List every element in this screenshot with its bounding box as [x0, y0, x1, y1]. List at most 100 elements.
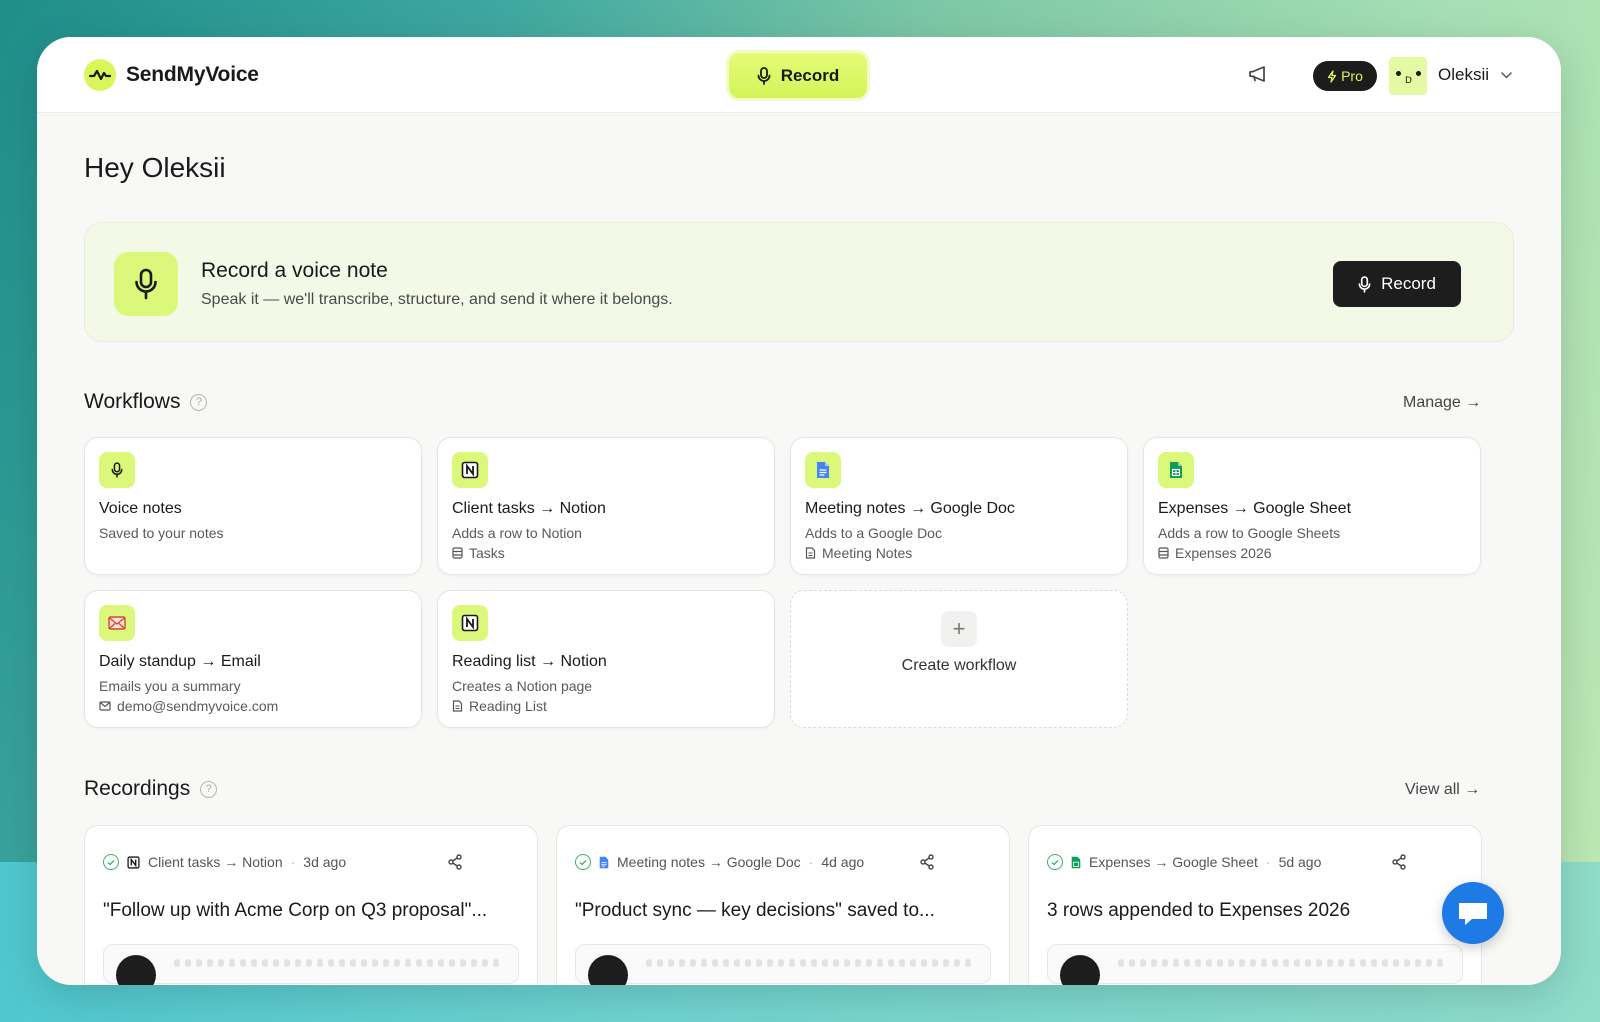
workflow-title: Expenses → Google Sheet	[1158, 500, 1352, 517]
record-button[interactable]: Record	[1333, 261, 1461, 307]
workflow-subtitle: Adds a row to Google Sheets	[1158, 525, 1341, 541]
recording-card[interactable]: Client tasks → Notion · 3d ago "Follow u…	[84, 825, 538, 985]
share-icon[interactable]	[1391, 854, 1407, 875]
recording-card[interactable]: Meeting notes → Google Doc · 4d ago "Pro…	[556, 825, 1010, 985]
workflows-heading: Workflows ?	[84, 390, 208, 414]
audio-player[interactable]	[575, 944, 991, 985]
header-record-button[interactable]: Record	[729, 53, 867, 98]
mic-icon	[757, 66, 771, 85]
check-circle-icon	[103, 854, 119, 870]
mic-icon	[1358, 275, 1371, 293]
record-hero-card: Record a voice note Speak it — we'll tra…	[84, 222, 1514, 342]
waveform-logo-icon	[84, 59, 116, 91]
google-doc-icon	[599, 856, 609, 868]
workflow-card-client-tasks[interactable]: Client tasks → Notion Adds a row to Noti…	[437, 437, 775, 575]
chevron-down-icon	[1501, 71, 1512, 79]
recording-card[interactable]: Expenses → Google Sheet · 5d ago 3 rows …	[1028, 825, 1482, 985]
pro-badge[interactable]: Pro	[1313, 61, 1377, 91]
announcements-icon[interactable]	[1248, 65, 1268, 88]
email-icon	[99, 605, 135, 641]
user-menu[interactable]: Oleksii	[1438, 65, 1512, 85]
hero-title: Record a voice note	[201, 259, 388, 282]
top-bar: SendMyVoice Record Pro D Oleksii	[37, 37, 1561, 113]
view-all-recordings-link[interactable]: View all →	[1405, 781, 1480, 799]
recording-workflow: Expenses → Google Sheet	[1089, 854, 1258, 870]
avatar-initial: D	[1405, 76, 1412, 86]
recording-summary: 3 rows appended to Expenses 2026	[1047, 900, 1351, 921]
workflow-destination: demo@sendmyvoice.com	[99, 698, 278, 714]
plus-icon: +	[941, 611, 977, 647]
workflow-card-reading-list[interactable]: Reading list → Notion Creates a Notion p…	[437, 590, 775, 728]
audio-player[interactable]	[103, 944, 519, 985]
workflow-card-daily-standup[interactable]: Daily standup → Email Emails you a summa…	[84, 590, 422, 728]
recording-meta: Expenses → Google Sheet · 5d ago	[1047, 854, 1321, 870]
recording-meta: Client tasks → Notion · 3d ago	[103, 854, 346, 870]
workflow-title: Client tasks → Notion	[452, 500, 606, 517]
workflow-destination: Tasks	[452, 545, 505, 561]
workflow-destination: Reading List	[452, 698, 547, 714]
help-icon[interactable]: ?	[200, 780, 218, 798]
workflow-subtitle: Saved to your notes	[99, 525, 224, 541]
workflow-destination: Expenses 2026	[1158, 545, 1272, 561]
document-icon	[452, 700, 463, 712]
recordings-title: Recordings	[84, 777, 191, 800]
chat-icon	[1459, 903, 1487, 925]
waveform	[1118, 959, 1443, 967]
workflow-title: Meeting notes → Google Doc	[805, 500, 1015, 517]
notion-icon	[452, 452, 488, 488]
mic-icon[interactable]	[114, 252, 178, 316]
avatar[interactable]: D	[1389, 57, 1427, 95]
workflow-subtitle: Creates a Notion page	[452, 678, 593, 694]
logo[interactable]: SendMyVoice	[84, 59, 259, 91]
workflow-subtitle: Adds a row to Notion	[452, 525, 582, 541]
play-button[interactable]	[588, 955, 628, 985]
workflow-title: Reading list → Notion	[452, 653, 607, 670]
database-icon	[452, 547, 463, 559]
workflow-subtitle: Adds to a Google Doc	[805, 525, 942, 541]
user-name: Oleksii	[1438, 65, 1490, 84]
workflow-destination: Meeting Notes	[805, 545, 912, 561]
page-title: Hey Oleksii	[84, 152, 226, 183]
record-button-label: Record	[1381, 274, 1436, 293]
google-doc-icon	[805, 452, 841, 488]
workflow-card-expenses[interactable]: Expenses → Google Sheet Adds a row to Go…	[1143, 437, 1481, 575]
workflows-title: Workflows	[84, 390, 181, 413]
check-circle-icon	[1047, 854, 1063, 870]
document-icon	[805, 547, 816, 559]
workflow-card-voice-notes[interactable]: Voice notes Saved to your notes	[84, 437, 422, 575]
workflow-title: Daily standup → Email	[99, 653, 261, 670]
recording-time: 3d ago	[303, 854, 347, 870]
header-record-label: Record	[780, 65, 840, 85]
google-sheet-icon	[1071, 856, 1081, 868]
workflow-card-meeting-notes[interactable]: Meeting notes → Google Doc Adds to a Goo…	[790, 437, 1128, 575]
recording-workflow: Client tasks → Notion	[148, 854, 283, 870]
create-workflow-card[interactable]: + Create workflow	[790, 590, 1128, 728]
bolt-icon	[1327, 69, 1337, 83]
manage-workflows-link[interactable]: Manage →	[1403, 394, 1481, 412]
notion-icon	[127, 855, 140, 869]
play-button[interactable]	[1060, 955, 1100, 985]
hero-subtitle: Speak it — we'll transcribe, structure, …	[201, 291, 673, 308]
waveform	[646, 959, 971, 967]
help-icon[interactable]: ?	[190, 393, 208, 411]
recordings-heading: Recordings ?	[84, 777, 218, 801]
recording-meta: Meeting notes → Google Doc · 4d ago	[575, 854, 864, 870]
audio-player[interactable]	[1047, 944, 1463, 985]
workflow-subtitle: Emails you a summary	[99, 678, 241, 694]
share-icon[interactable]	[919, 854, 935, 875]
recording-time: 5d ago	[1278, 854, 1322, 870]
chat-support-button[interactable]	[1442, 882, 1504, 944]
recording-time: 4d ago	[821, 854, 865, 870]
waveform	[174, 959, 499, 967]
workflow-title: Voice notes	[99, 500, 182, 517]
notion-icon	[452, 605, 488, 641]
app-window: SendMyVoice Record Pro D Oleksii Hey Ole…	[37, 37, 1561, 985]
envelope-icon	[99, 701, 111, 711]
recording-workflow: Meeting notes → Google Doc	[617, 854, 801, 870]
app-name: SendMyVoice	[126, 63, 259, 86]
database-icon	[1158, 547, 1169, 559]
share-icon[interactable]	[447, 854, 463, 875]
play-button[interactable]	[116, 955, 156, 985]
check-circle-icon	[575, 854, 591, 870]
google-sheet-icon	[1158, 452, 1194, 488]
